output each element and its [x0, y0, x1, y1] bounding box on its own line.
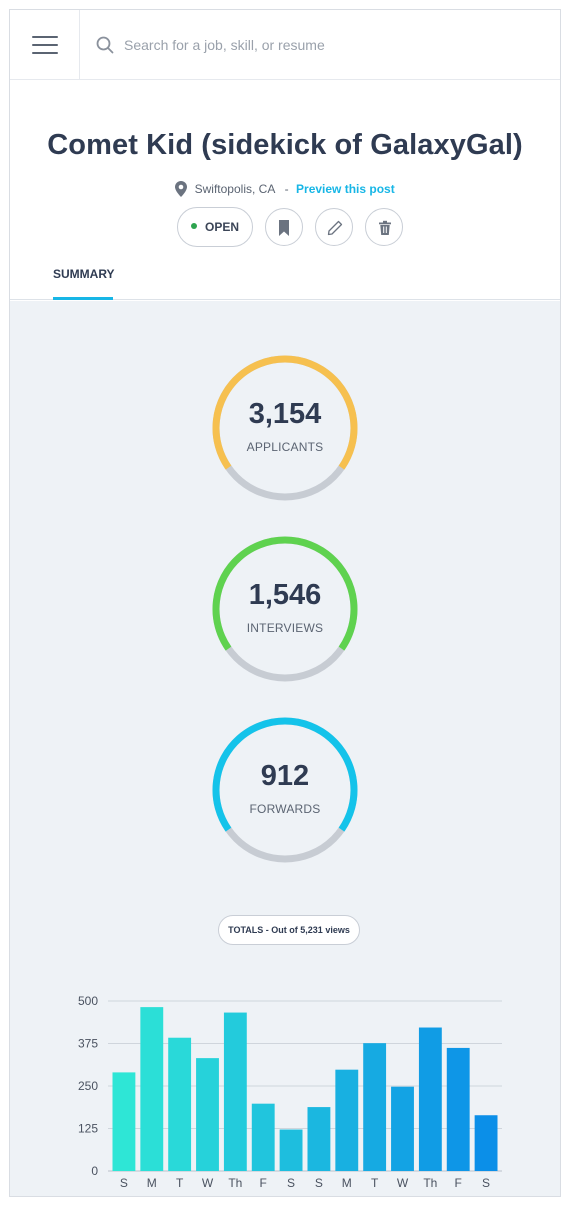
- search-bar: [80, 10, 560, 80]
- map-pin-icon: [175, 181, 188, 197]
- status-dot: [190, 223, 197, 229]
- job-location: Swiftopolis, CA: [194, 182, 276, 196]
- interviews-label: INTERVIEWS: [246, 621, 324, 635]
- top-bar: [10, 10, 560, 80]
- bar[interactable]: [474, 1115, 498, 1171]
- daily-views-chart: 0 125 250 375 500 S M T W Th F S S M T W Th F S: [78, 994, 502, 1189]
- status-open-button[interactable]: OPEN: [177, 207, 253, 247]
- bar[interactable]: [168, 1037, 192, 1171]
- app-frame: Comet Kid (sidekick of GalaxyGal) Swifto…: [9, 9, 561, 1197]
- tab-summary-label: SUMMARY: [53, 267, 115, 281]
- bar[interactable]: [279, 1129, 303, 1171]
- y-tick-label: 375: [78, 1037, 98, 1051]
- forwards-stat: 912 FORWARDS: [211, 716, 359, 864]
- totals-badge: TOTALS - Out of 5,231 views: [218, 915, 360, 945]
- x-tick-label: Th: [423, 1176, 437, 1189]
- job-meta: Swiftopolis, CA - Preview this post: [10, 181, 560, 197]
- x-tick-label: S: [287, 1176, 295, 1189]
- x-tick-label: S: [120, 1176, 128, 1189]
- y-tick-label: 125: [78, 1122, 98, 1136]
- bar[interactable]: [391, 1086, 414, 1171]
- tab-summary[interactable]: SUMMARY: [53, 267, 115, 300]
- x-tick-label: W: [202, 1176, 214, 1189]
- bar[interactable]: [363, 1043, 387, 1171]
- bar[interactable]: [140, 1007, 164, 1171]
- bar[interactable]: [196, 1058, 219, 1171]
- bar[interactable]: [446, 1047, 470, 1171]
- interviews-stat: 1,546 INTERVIEWS: [211, 535, 359, 683]
- job-actions: OPEN: [10, 207, 560, 247]
- x-tick-label: T: [371, 1176, 379, 1189]
- job-header: Comet Kid (sidekick of GalaxyGal) Swifto…: [10, 81, 560, 300]
- status-label: OPEN: [204, 220, 239, 234]
- x-tick-label: M: [147, 1176, 157, 1189]
- x-tick-label: F: [455, 1176, 462, 1189]
- pencil-icon: [327, 220, 343, 236]
- x-tick-label: S: [482, 1176, 490, 1189]
- meta-separator: -: [284, 182, 289, 196]
- search-icon: [96, 36, 114, 54]
- job-title: Comet Kid (sidekick of GalaxyGal): [47, 129, 523, 161]
- bar[interactable]: [112, 1072, 136, 1171]
- active-tab-indicator: [53, 297, 113, 300]
- forwards-label: FORWARDS: [249, 802, 321, 816]
- interviews-count: 1,546: [248, 579, 322, 611]
- x-tick-label: T: [176, 1176, 184, 1189]
- delete-button[interactable]: [365, 208, 403, 246]
- summary-panel: 3,154 APPLICANTS 1,546 INTERVIEWS 912 FO…: [10, 301, 560, 1196]
- applicants-stat: 3,154 APPLICANTS: [211, 354, 359, 502]
- bar[interactable]: [335, 1069, 359, 1171]
- edit-button[interactable]: [315, 208, 353, 246]
- bar[interactable]: [307, 1107, 331, 1171]
- bookmark-icon: [279, 220, 289, 236]
- x-tick-label: F: [260, 1176, 267, 1189]
- y-tick-label: 500: [78, 994, 98, 1008]
- x-tick-label: S: [315, 1176, 323, 1189]
- bar[interactable]: [418, 1027, 442, 1171]
- hamburger-menu-icon[interactable]: [10, 10, 80, 80]
- x-tick-label: M: [342, 1176, 352, 1189]
- preview-post-link[interactable]: Preview this post: [296, 182, 395, 196]
- search-input[interactable]: [124, 30, 544, 60]
- applicants-label: APPLICANTS: [246, 440, 324, 454]
- x-tick-label: W: [397, 1176, 409, 1189]
- x-tick-label: Th: [228, 1176, 242, 1189]
- y-tick-label: 0: [91, 1164, 98, 1178]
- applicants-count: 3,154: [248, 398, 322, 430]
- bar[interactable]: [251, 1103, 275, 1171]
- bar[interactable]: [223, 1012, 247, 1171]
- y-tick-label: 250: [78, 1079, 98, 1093]
- bookmark-button[interactable]: [265, 208, 303, 246]
- trash-icon: [379, 220, 391, 235]
- forwards-count: 912: [260, 760, 310, 792]
